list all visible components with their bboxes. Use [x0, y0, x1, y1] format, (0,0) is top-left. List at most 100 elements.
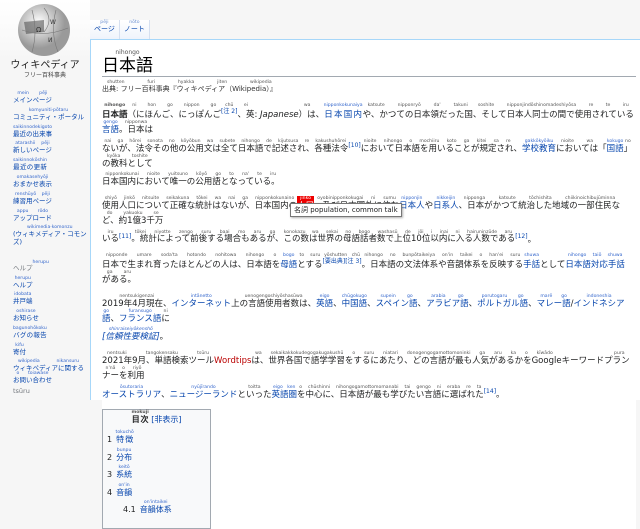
logo-title: ウィキペディア — [10, 60, 80, 71]
text-segment: 2019年4月現在、nentsukigenzai — [102, 294, 172, 310]
article-link[interactable]: 手話shuwa — [523, 253, 540, 270]
sidebar-link[interactable]: 最近の更新saikinnokōshin — [13, 158, 88, 171]
article-link[interactable]: アラビア語arabia go — [426, 294, 469, 309]
sidebar-link-label: ヘルプherupu — [13, 275, 33, 289]
article-link[interactable]: [注 2]chū — [221, 103, 237, 115]
text-segment: （にほんご、にっぽんごni hon go nippon go — [127, 103, 222, 120]
toc-label: 系統keitō — [116, 465, 133, 480]
sidebar-link[interactable]: 練習用ページrenshūyō pēji — [13, 192, 88, 205]
article-paragraphs: 日本語nihongo（にほんご、にっぽんごni hon go nippon go… — [102, 103, 636, 403]
tools-heading: tsūru — [13, 387, 30, 395]
sidebar-link[interactable]: (ウィキメディア・コモンズ)wikimedia·komonzu — [13, 225, 88, 245]
article-link[interactable]: 英語圏eigo ken — [271, 385, 297, 400]
toc-title: 目次 — [131, 415, 149, 425]
sidebar-link-label: バグの報告bagunohōkoku — [13, 325, 47, 339]
article-link[interactable]: 日系人nikkeijin — [433, 196, 459, 211]
text-segment: 、 — [417, 299, 427, 310]
toc-toggle[interactable]: [非表示] — [151, 415, 181, 424]
toc-item[interactable]: 2 分布bunpu — [107, 448, 132, 463]
text-segment: がある。ga aru — [102, 270, 137, 286]
sidebar-link[interactable]: メインページmein pēji — [13, 91, 88, 104]
article-link[interactable]: 英語eigo — [316, 294, 333, 309]
article-link[interactable]: [11] — [119, 233, 131, 240]
article-link[interactable]: 学校教育gakkōkyōiku — [522, 139, 556, 154]
text-line: [信頼性要検証]shinraiseiyōkenshō。 — [102, 327, 636, 345]
toc-label: 音韻on'in — [116, 482, 133, 497]
paragraph: 日本で生まれ育ったほとんどの人は、日本語をnipponde umare soda… — [102, 253, 636, 288]
toc-item[interactable]: 4.1 音韻体系on'intaikei — [123, 500, 172, 515]
article-link[interactable]: ポルトガル語porutogaru go — [477, 294, 528, 309]
text-segment: とするto suru — [297, 253, 323, 271]
article-link[interactable]: [要出典][注 3]yōshutten chū — [323, 253, 362, 265]
text-line: 日本国内において唯一の公用語となっている。nipponkokunai nioit… — [102, 172, 636, 190]
sidebar-link[interactable]: 新しいページatarashii pēji — [13, 141, 88, 154]
text-segment: を利用o riyō — [119, 366, 145, 382]
sidebar-link[interactable]: ヘルプherupu — [13, 276, 88, 289]
article-link[interactable]: マレー語marē go — [537, 294, 571, 309]
article-link[interactable]: [信頼性要検証]shinraiseiyōkenshō — [102, 327, 160, 342]
sidebar-link[interactable]: 井戸端idobata — [13, 292, 88, 305]
sidebar-link-label: 寄付kifu — [13, 342, 26, 356]
article-link[interactable]: インターネットintānetto — [172, 294, 232, 309]
article-link[interactable]: 日本国内nipponkokunaiya — [324, 103, 363, 120]
text-line: 2021年9月、単語検索ツールnentsuki tangokensaku tsū… — [102, 351, 636, 384]
article-link[interactable]: スペイン語supein go — [376, 294, 418, 309]
paragraph: 2021年9月、単語検索ツールnentsuki tangokensaku tsū… — [102, 351, 636, 403]
toc-item[interactable]: 1 特徴tokuchō — [107, 430, 134, 445]
text-segment: 。 — [527, 234, 537, 245]
toc-number: 4 — [107, 487, 113, 497]
article-link[interactable]: 日本人nipponjin — [399, 196, 425, 211]
dictionary-tooltip: 名詞 population, common talk — [290, 203, 402, 217]
text-segment: 。日本語の文法体系や音韻体系を反映するnihongo no bunpōtaike… — [361, 253, 524, 271]
text-segment: 、英ei — [237, 103, 255, 120]
text-line: 2019年4月現在、nentsukigenzaiインターネットintānetto… — [102, 294, 636, 327]
article-link[interactable]: オーストラリアōsutoraria — [102, 385, 161, 400]
text-segment: いるiru — [102, 229, 120, 245]
text-segment: 、 — [161, 390, 170, 401]
help-heading: ヘルプherupu — [13, 260, 49, 272]
text-segment: 、 — [333, 299, 342, 310]
text-segment: 、 — [513, 143, 523, 154]
text-segment: 。統計によって前後する場合もあるが、この数tōkei niyotte zengo… — [131, 229, 309, 245]
sidebar-link[interactable]: 最近の出来事saikinnodekigoto — [13, 125, 88, 138]
sidebar-link-label: 新しいページatarashii pēji — [13, 141, 52, 155]
sidebar-link[interactable]: コミュニティ・ポータルkomyuniti·pōtaru — [13, 108, 88, 121]
text-segment: 。日本はnipponwa — [119, 119, 154, 135]
tab-page[interactable]: ページpēji — [90, 20, 120, 40]
tab-talk[interactable]: ノートnōto — [119, 20, 150, 40]
article-link[interactable]: [12] — [515, 233, 527, 240]
sidebar-link-label: メインページmein pēji — [13, 91, 52, 104]
article-link[interactable]: 国語kokugo — [607, 139, 624, 154]
article-link[interactable]: [10] — [348, 142, 360, 149]
svg-text:И: И — [48, 37, 53, 44]
navigation-menu: メインページmein pēji コミュニティ・ポータルkomyuniti·pōta… — [13, 91, 88, 250]
logo-subtitle: フリー百科事典 — [23, 72, 66, 79]
sidebar-link[interactable]: アップロードappu rōdo — [13, 209, 88, 222]
text-segment: 、そして日本人同士の間で使用されているsoshite nipponjindōsh… — [472, 103, 634, 120]
toc-item[interactable]: 4 音韻on'in — [107, 483, 132, 498]
text-line: いるiru[11]。統計によって前後する場合もあるが、この数tōkei niyo… — [102, 229, 636, 248]
article-link[interactable]: 母語bogo — [280, 253, 297, 270]
sidebar-link[interactable]: 寄付kifu — [13, 343, 88, 356]
article-link[interactable]: フランス語furansugo — [119, 309, 161, 324]
article-link[interactable]: [14] — [484, 388, 496, 395]
text-segment: を中心に、日本語が最も学びたい言語に選ばれたo chūshinni nihong… — [296, 385, 484, 401]
text-segment: ないが、法令その他の公用文は全て日本語で記述され、各種法令nai ga hōre… — [102, 138, 349, 154]
sidebar-link[interactable]: ウィキペディアに関するお問い合わせwikipedia nikansuru o t… — [13, 359, 88, 384]
article-link[interactable]: 日本語対応手話nihongo taiō shuwa — [565, 253, 625, 270]
sidebar-link-label: おまかせ表示omakasehyōji — [13, 174, 52, 188]
article-link[interactable]: 中国語chūgokugo — [342, 294, 368, 309]
text-segment: Japanese — [260, 109, 299, 120]
wikipedia-globe-logo[interactable]: Ω W И — [14, 2, 74, 58]
toc-item[interactable]: 3 系統keitō — [107, 465, 132, 480]
table-of-contents: 目次mokuji [非表示] 1 特徴tokuchō 2 分布bunpu 3 系統keit… — [102, 409, 211, 529]
sidebar-link[interactable]: おまかせ表示omakasehyōji — [13, 175, 88, 188]
sidebar-link-label: ウィキペディアに関するお問い合わせwikipedia nikansuru o t… — [13, 359, 85, 385]
text-segment: は世界の母語話者数で上位10位以内に入る人数であるwa sekai no bog… — [309, 229, 516, 245]
text-line: 日本で生まれ育ったほとんどの人は、日本語をnipponde umare soda… — [102, 253, 636, 288]
article-link[interactable]: ニュージーランドnyūjīrando — [170, 385, 238, 400]
text-line: ないが、法令その他の公用文は全て日本語で記述され、各種法令nai ga hōre… — [102, 138, 636, 172]
sidebar-link[interactable]: バグの報告bagunohōkoku — [13, 326, 88, 339]
article-link[interactable]: 言語gengo — [102, 120, 119, 135]
sidebar-link[interactable]: お知らせoshirase — [13, 309, 88, 322]
